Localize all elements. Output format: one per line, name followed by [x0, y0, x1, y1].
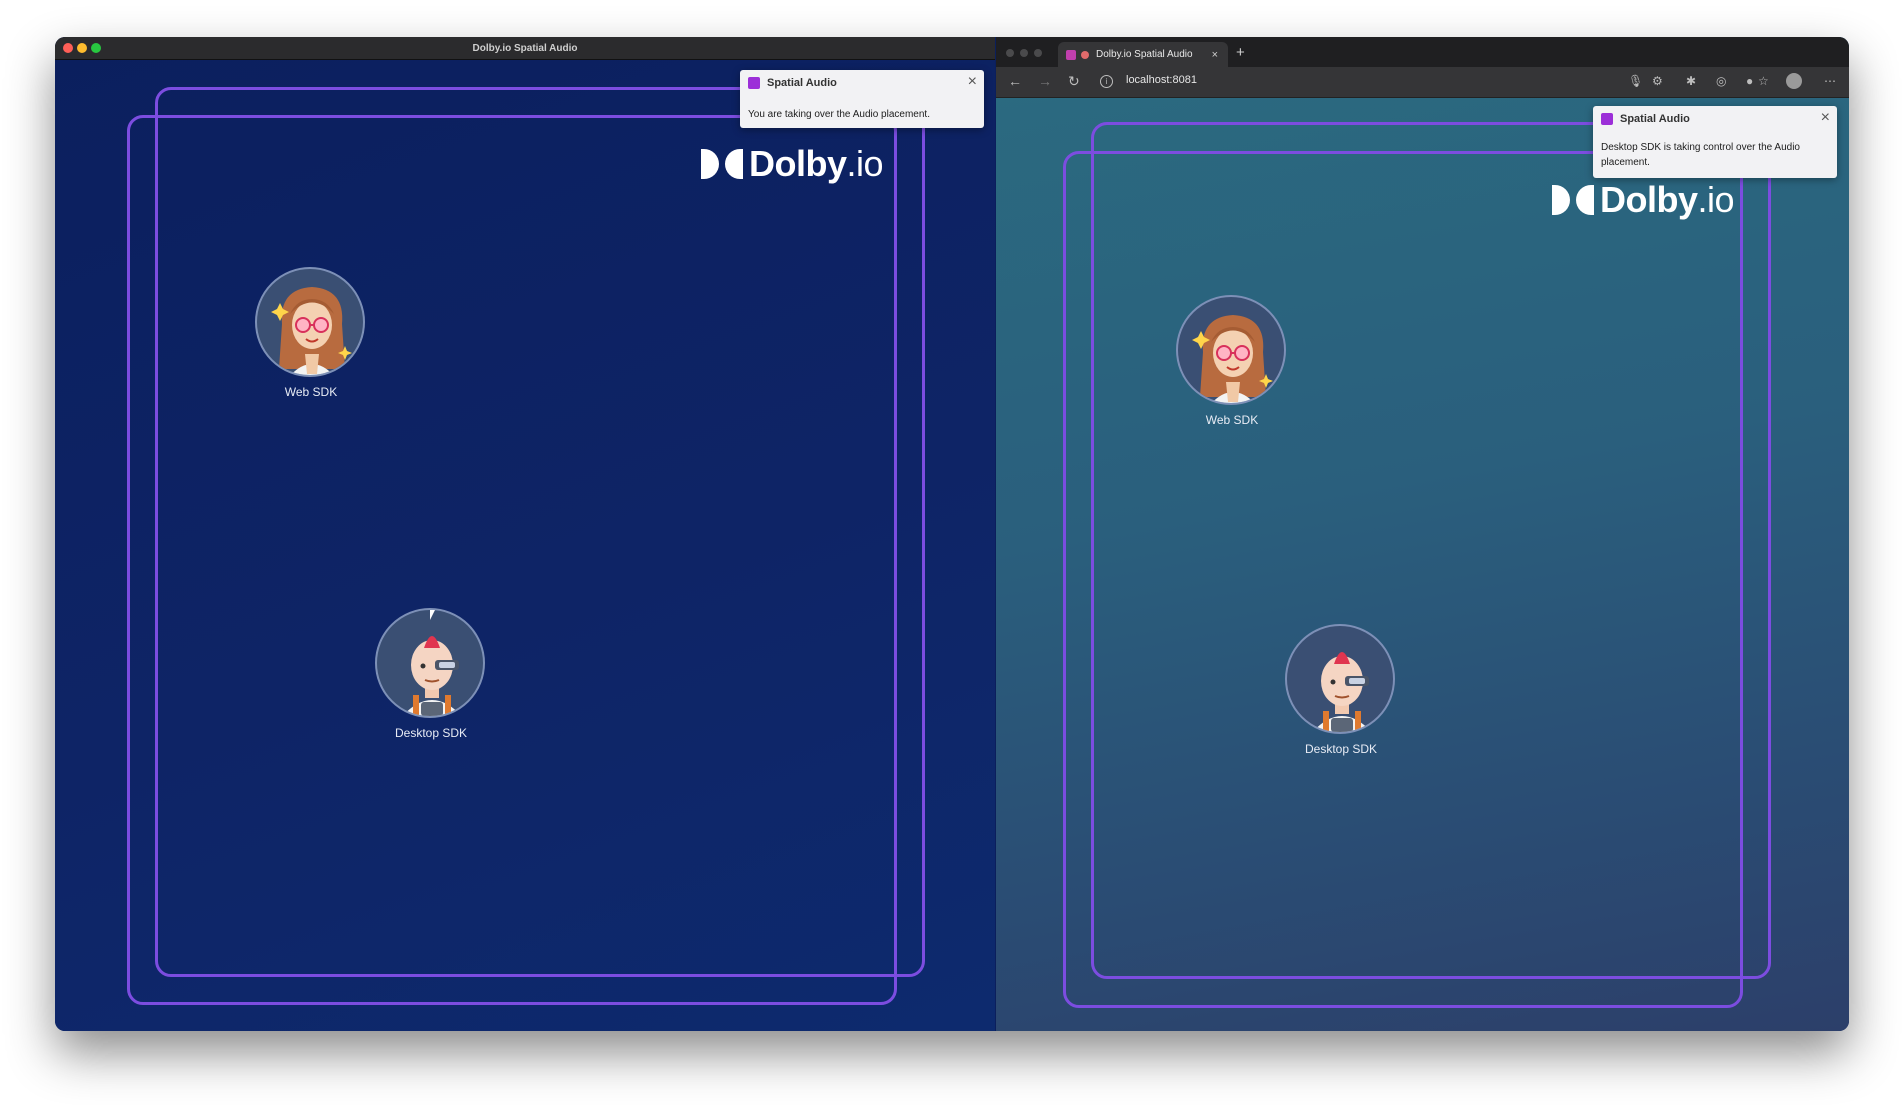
toast-notification: Spatial Audio × Desktop SDK is taking co… — [1593, 106, 1837, 178]
window-title: Dolby.io Spatial Audio — [472, 42, 578, 54]
spatial-audio-app-icon — [1601, 113, 1613, 125]
zoom-window-button[interactable] — [1034, 49, 1042, 57]
favorites-icon[interactable]: ☆ — [1758, 74, 1769, 88]
participant-avatar-web-sdk[interactable] — [255, 267, 365, 377]
room-boundary-shadow — [1063, 151, 1743, 1008]
browser-window: Dolby.io Spatial Audio × + ← → ↻ i local… — [996, 37, 1849, 1031]
participant-avatar-web-sdk[interactable] — [1176, 295, 1286, 405]
toast-close-icon[interactable]: × — [1821, 109, 1830, 127]
new-tab-button[interactable]: + — [1236, 44, 1245, 61]
close-window-button[interactable] — [63, 43, 73, 53]
microphone-icon[interactable]: 🎙 — [1628, 74, 1643, 88]
participant-label: Desktop SDK — [394, 726, 468, 740]
close-window-button[interactable] — [1006, 49, 1014, 57]
window-titlebar: Dolby.io Spatial Audio — [55, 37, 995, 60]
toast-close-icon[interactable]: × — [968, 73, 977, 91]
tab-recording-icon — [1081, 50, 1089, 59]
site-info-icon[interactable]: i — [1100, 75, 1113, 88]
profile-avatar-icon[interactable] — [1786, 73, 1802, 89]
spatial-audio-app-icon — [748, 77, 760, 89]
minimize-window-button[interactable] — [1020, 49, 1028, 57]
desktop-app-window: Dolby.io Spatial Audio Dolby.io Web SDK … — [55, 37, 995, 1031]
dolby-logo: Dolby.io — [1552, 179, 1735, 221]
participant-label: Web SDK — [284, 385, 338, 399]
extension-icon[interactable]: ◎ — [1716, 74, 1726, 88]
participant-label: Web SDK — [1205, 413, 1259, 427]
robot-man-avatar-icon — [1308, 651, 1376, 732]
browser-toolbar: ← → ↻ i localhost:8081 🎙 ⚙ ✱ ◎ ● ⟳ ☆ ⋯ — [996, 67, 1849, 98]
tab-title: Dolby.io Spatial Audio — [1096, 49, 1193, 60]
record-icon[interactable]: ● — [1746, 74, 1753, 88]
site-permissions-icon[interactable]: ⚙ — [1652, 74, 1663, 88]
toast-notification: Spatial Audio × You are taking over the … — [740, 70, 984, 128]
robot-man-avatar-icon — [398, 635, 466, 716]
minimize-window-button[interactable] — [77, 43, 87, 53]
woman-glasses-avatar-icon — [270, 286, 353, 375]
room-boundary-shadow — [127, 115, 897, 1005]
reload-icon[interactable]: ↻ — [1068, 73, 1080, 90]
tab-extension-icon — [1066, 49, 1076, 60]
mouse-cursor-icon — [430, 610, 440, 620]
browser-tab[interactable]: Dolby.io Spatial Audio × — [1058, 42, 1228, 67]
screen: Dolby.io Spatial Audio Dolby.io Web SDK … — [55, 37, 1849, 1031]
toast-title: Spatial Audio — [767, 77, 837, 89]
participant-avatar-desktop-sdk[interactable] — [1285, 624, 1395, 734]
back-arrow-icon[interactable]: ← — [1008, 73, 1022, 89]
dolby-logo: Dolby.io — [701, 143, 884, 185]
toast-title: Spatial Audio — [1620, 113, 1690, 125]
more-menu-icon[interactable]: ⋯ — [1824, 74, 1836, 88]
toast-message: Desktop SDK is taking control over the A… — [1601, 142, 1800, 168]
dolby-mark-icon — [1552, 185, 1594, 215]
woman-glasses-avatar-icon — [1191, 314, 1274, 403]
participant-avatar-desktop-sdk[interactable] — [375, 608, 485, 718]
toast-message: You are taking over the Audio placement. — [748, 109, 930, 120]
address-bar[interactable]: localhost:8081 — [1126, 74, 1197, 86]
zoom-window-button[interactable] — [91, 43, 101, 53]
browser-tabstrip: Dolby.io Spatial Audio × + — [996, 37, 1849, 67]
dolby-mark-icon — [701, 149, 743, 179]
participant-label: Desktop SDK — [1304, 742, 1378, 756]
forward-arrow-icon[interactable]: → — [1038, 73, 1052, 89]
tab-close-icon[interactable]: × — [1212, 49, 1218, 61]
extension-icon[interactable]: ✱ — [1686, 74, 1696, 88]
